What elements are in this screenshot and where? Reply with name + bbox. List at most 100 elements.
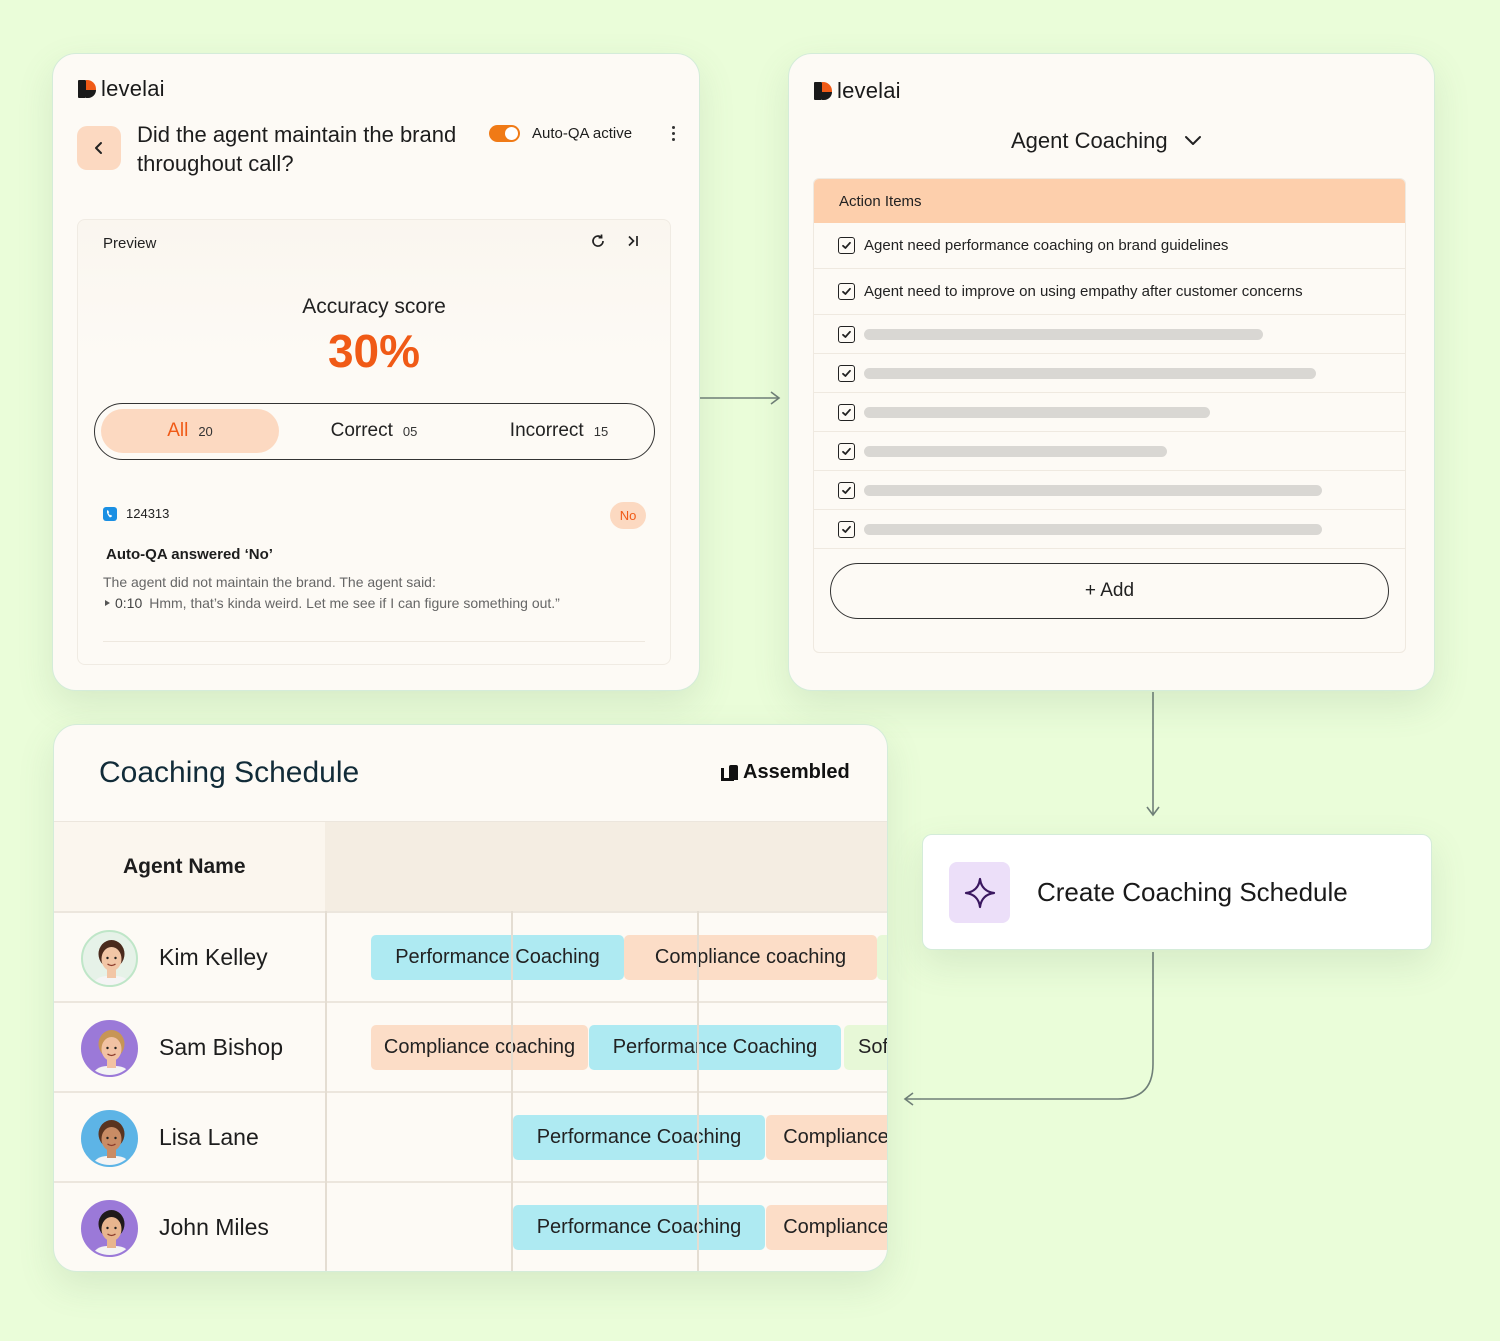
filter-correct-label: Correct: [330, 420, 393, 441]
filter-all-count: 20: [198, 423, 213, 439]
coaching-session-pill[interactable]: Performance Coaching: [513, 1115, 765, 1160]
agent-name[interactable]: John Miles: [159, 1214, 269, 1241]
coaching-session-pill[interactable]: [877, 935, 887, 980]
agent-name-header: Agent Name: [123, 855, 246, 878]
coaching-session-pill[interactable]: Performance Coaching: [371, 935, 624, 980]
answer-explanation: The agent did not maintain the brand. Th…: [103, 574, 436, 590]
preview-panel: Preview Accuracy score 30% All 20 Correc…: [77, 219, 671, 665]
preview-label: Preview: [103, 235, 157, 252]
avatar: [81, 1020, 138, 1077]
assembled-logo-icon: [721, 764, 738, 781]
action-item-row: Agent need to improve on using empathy a…: [814, 269, 1405, 315]
coaching-session-pill[interactable]: Compliance: [766, 1115, 887, 1160]
action-item-placeholder-row: [814, 471, 1405, 510]
filter-correct-tab[interactable]: Correct 05: [285, 409, 463, 453]
refresh-icon[interactable]: [590, 233, 606, 249]
agent-name[interactable]: Sam Bishop: [159, 1034, 283, 1061]
schedule-grid: Agent Name Kim Kelley Performance Coachin…: [54, 821, 887, 1271]
action-item-text: Agent need performance coaching on brand…: [864, 237, 1229, 254]
schedule-row: John Miles Performance Coaching Compliance: [54, 1181, 887, 1271]
action-item-placeholder-row: [814, 510, 1405, 549]
levelai-logo: levelai: [814, 78, 901, 104]
assembled-logo: Assembled: [721, 761, 850, 784]
filter-correct-count: 05: [402, 423, 418, 439]
checkbox-checked-icon[interactable]: [838, 403, 855, 421]
coaching-session-pill[interactable]: Performance Coaching: [589, 1025, 841, 1070]
qa-question-title: Did the agent maintain the brand through…: [137, 122, 457, 176]
accuracy-score-value: 30%: [327, 325, 421, 377]
schedule-title: Coaching Schedule: [99, 756, 360, 789]
create-coaching-schedule-label: Create Coaching Schedule: [1037, 877, 1348, 907]
avatar: [81, 930, 138, 987]
schedule-row: Sam Bishop Compliance coaching Performance…: [54, 1001, 887, 1091]
auto-qa-answer-title: Auto-QA answered ‘No’: [106, 546, 273, 563]
answer-badge: No: [610, 502, 646, 529]
auto-qa-card: levelai Did the agent maintain the brand…: [52, 53, 700, 691]
action-item-row: Agent need performance coaching on brand…: [814, 223, 1405, 269]
loading-skeleton-bar: [864, 523, 1322, 535]
levelai-logo-mark-icon: [814, 82, 832, 100]
agent-name[interactable]: Kim Kelley: [159, 944, 268, 971]
filter-all-tab[interactable]: All 20: [101, 409, 279, 453]
coaching-session-pill[interactable]: Compliance: [766, 1205, 887, 1250]
divider: [103, 641, 645, 642]
agent-name[interactable]: Lisa Lane: [159, 1124, 259, 1151]
quote-timestamp: 0:10: [115, 595, 143, 611]
agent-column-header: Agent Name: [54, 821, 325, 911]
create-coaching-schedule-button[interactable]: Create Coaching Schedule: [922, 834, 1432, 950]
levelai-logo: levelai: [78, 76, 165, 102]
dropdown-label: Agent Coaching: [1011, 128, 1168, 153]
timeline-header: [325, 821, 887, 911]
action-items-panel: Action Items Agent need performance coac…: [813, 178, 1406, 653]
coaching-session-pill[interactable]: Compliance coaching: [624, 935, 877, 980]
agent-coaching-card: levelai Agent Coaching Action Items Agen…: [788, 53, 1435, 691]
chevron-left-icon: [95, 142, 102, 154]
coaching-session-pill[interactable]: Soft: [844, 1025, 887, 1070]
checkbox-checked-icon[interactable]: [838, 325, 855, 343]
skip-forward-icon[interactable]: [625, 233, 641, 249]
coaching-session-pill[interactable]: Compliance coaching: [371, 1025, 588, 1070]
coaching-schedule-card: Coaching Schedule Assembled Agent Name K…: [53, 724, 888, 1272]
grid-divider: [511, 911, 513, 1271]
action-item-placeholder-row: [814, 393, 1405, 432]
action-items-header: Action Items: [814, 179, 1405, 223]
filter-incorrect-label: Incorrect: [509, 420, 584, 441]
transcript-quote[interactable]: 0:10 Hmm, that’s kinda weird. Let me see…: [105, 595, 560, 611]
assembled-logo-text: Assembled: [743, 761, 850, 783]
schedule-row: Lisa Lane Performance Coaching Compliance: [54, 1091, 887, 1181]
levelai-logo-mark-icon: [78, 80, 96, 98]
agent-coaching-dropdown[interactable]: Agent Coaching: [1011, 128, 1202, 154]
coaching-session-pill[interactable]: Performance Coaching: [513, 1205, 765, 1250]
logo-text: levelai: [837, 78, 901, 103]
logo-text: levelai: [101, 76, 165, 101]
action-item-placeholder-row: [814, 354, 1405, 393]
grid-divider: [325, 911, 327, 1271]
checkbox-checked-icon[interactable]: [838, 520, 855, 538]
checkbox-checked-icon[interactable]: [838, 364, 855, 382]
checkbox-checked-icon[interactable]: [838, 481, 855, 499]
avatar: [81, 1110, 138, 1167]
result-filter-segmented-control: All 20 Correct 05 Incorrect 15: [94, 403, 655, 460]
call-id[interactable]: 124313: [126, 506, 169, 521]
checkbox-checked-icon[interactable]: [838, 237, 855, 254]
loading-skeleton-bar: [864, 484, 1322, 496]
checkbox-checked-icon[interactable]: [838, 283, 855, 300]
loading-skeleton-bar: [864, 445, 1167, 457]
loading-skeleton-bar: [864, 406, 1210, 418]
add-action-item-button[interactable]: + Add: [830, 563, 1389, 619]
loading-skeleton-bar: [864, 367, 1316, 379]
sparkle-icon: [949, 862, 1010, 923]
accuracy-score-label: Accuracy score: [302, 295, 446, 318]
action-item-placeholder-row: [814, 432, 1405, 471]
kebab-menu-icon[interactable]: [665, 122, 681, 144]
filter-incorrect-tab[interactable]: Incorrect 15: [470, 409, 648, 453]
quote-text: Hmm, that’s kinda weird. Let me see if I…: [149, 595, 560, 611]
avatar: [81, 1200, 138, 1257]
chevron-down-icon: [1184, 136, 1201, 145]
schedule-row: Kim Kelley Performance Coaching Compliance…: [54, 911, 887, 1001]
back-button[interactable]: [77, 126, 121, 170]
checkbox-checked-icon[interactable]: [838, 442, 855, 460]
loading-skeleton-bar: [864, 328, 1263, 340]
play-icon[interactable]: [105, 600, 110, 606]
auto-qa-toggle[interactable]: [489, 125, 520, 142]
